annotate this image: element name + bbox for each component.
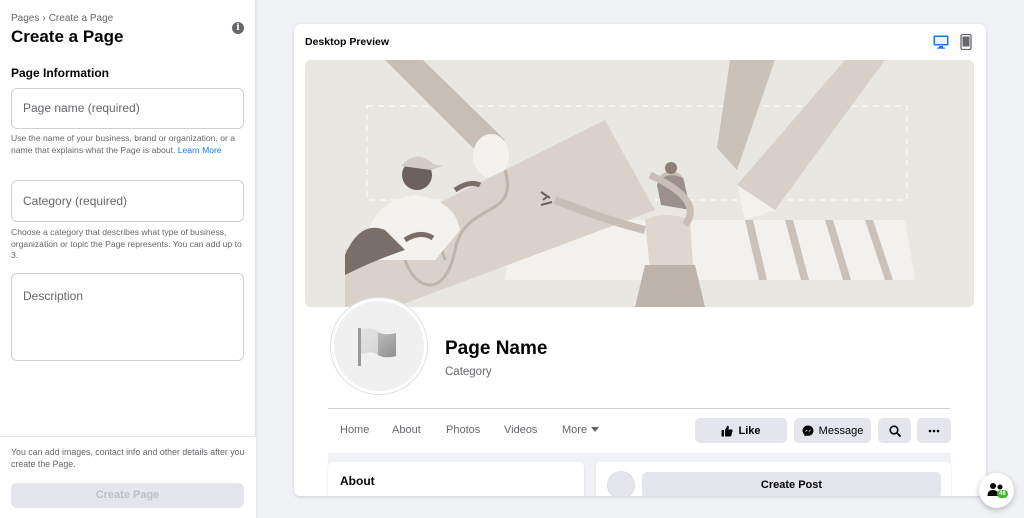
learn-more-link[interactable]: Learn More [178,145,222,155]
breadcrumb-separator: › [42,13,46,24]
create-page-sidebar: Pages › Create a Page Create a Page i Page… [0,0,256,518]
preview-page-name: Page Name [445,338,548,359]
ellipsis-icon [928,429,940,432]
tab-more-label: More [562,424,588,436]
footer-note: You can add images, contact info and oth… [11,447,245,469]
info-icon[interactable]: i [232,22,244,34]
post-avatar [607,471,635,496]
mobile-icon[interactable] [960,34,972,50]
section-title-page-information: Page Information [11,66,110,80]
create-page-button[interactable]: Create Page [11,483,244,508]
breadcrumb: Pages › Create a Page [11,13,113,24]
cover-photo [305,60,974,307]
thumbs-up-icon [721,425,734,436]
page-name-input[interactable] [11,88,244,129]
preview-title: Desktop Preview [305,36,390,48]
category-input[interactable] [11,180,244,222]
caret-down-icon [591,426,600,432]
message-button[interactable]: Message [794,418,871,443]
tab-more[interactable]: More [562,424,600,436]
tab-about[interactable]: About [392,424,421,436]
profile-divider [328,408,950,409]
like-button[interactable]: Like [695,418,787,443]
tab-home[interactable]: Home [340,424,369,436]
more-options-button[interactable] [917,418,951,443]
category-helper: Choose a category that describes what ty… [11,227,242,260]
page-content-area: About Create Post [328,453,951,496]
like-button-label: Like [738,424,761,437]
description-textarea[interactable] [11,273,244,361]
search-icon [888,424,901,437]
chat-count-badge: 46 [997,490,1008,498]
page-title: Create a Page [11,27,124,46]
desktop-icon[interactable] [933,35,949,49]
breadcrumb-create-page: Create a Page [48,13,114,24]
tab-videos[interactable]: Videos [504,424,537,436]
desktop-preview-card: Desktop Preview Page Name Category Home … [294,24,986,496]
search-button[interactable] [878,418,911,443]
tab-photos[interactable]: Photos [446,424,480,436]
flag-icon [358,328,396,366]
about-card-title: About [340,474,375,488]
about-card: About [328,462,584,496]
create-post-button[interactable]: Create Post [642,472,941,496]
contacts-chat-button[interactable]: 46 [979,473,1014,508]
page-name-helper: Use the name of your business, brand or … [11,133,247,156]
breadcrumb-pages[interactable]: Pages [11,13,39,24]
messenger-icon [802,425,814,436]
profile-picture[interactable] [331,298,427,394]
message-button-label: Message [818,424,864,437]
sidebar-footer: You can add images, contact info and oth… [0,436,256,518]
cover-illustration [305,60,974,307]
preview-page-category: Category [445,366,492,378]
create-post-card: Create Post [596,462,951,496]
